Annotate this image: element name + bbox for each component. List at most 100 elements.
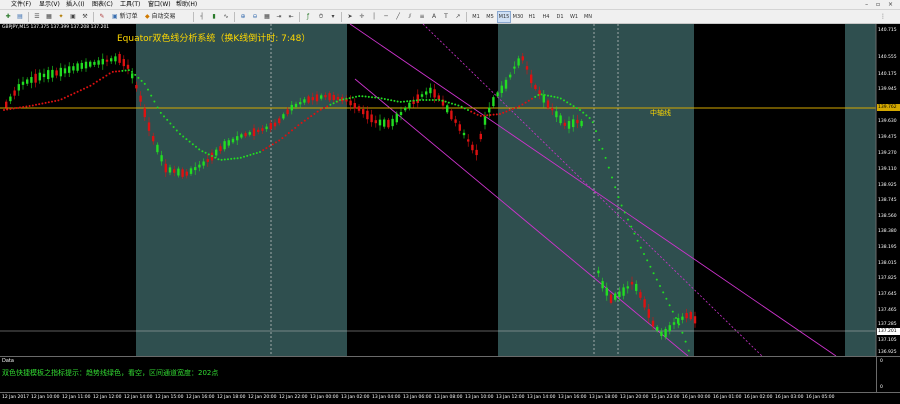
candle-body	[446, 105, 449, 113]
trend-dot	[598, 138, 601, 141]
trend-dot	[25, 105, 28, 108]
auto-trade-button[interactable]: ◆ 自动交易	[143, 12, 178, 22]
trend-dot	[367, 95, 370, 98]
time-tick: 16 Jan 00:00	[682, 395, 711, 400]
new-chart-icon[interactable]: ✚	[3, 12, 13, 22]
candle-body	[416, 94, 419, 103]
arrows-icon[interactable]: ↗	[453, 12, 463, 22]
candlestick-icon[interactable]: ▮	[209, 12, 219, 22]
price-chart[interactable]: GBPJPY,M15 137.375 137.399 137.208 137.2…	[0, 24, 900, 356]
menu-tools[interactable]: 工具(T)	[120, 1, 140, 9]
zoom-out-icon[interactable]: ⊖	[250, 12, 260, 22]
candle-body	[215, 149, 218, 156]
trend-dot	[281, 137, 284, 140]
trend-dot	[451, 102, 453, 105]
trend-dot	[28, 105, 31, 108]
fibonacci-icon[interactable]: ≡	[417, 12, 427, 22]
autoscroll-icon[interactable]: ⇥	[274, 12, 284, 22]
candle-body	[55, 70, 58, 76]
trend-dot	[441, 99, 444, 102]
toolbar-options-icon[interactable]: ⋮	[878, 12, 888, 22]
menu-view[interactable]: 显示(V)	[39, 1, 60, 9]
time-tick: 12 Jan 18:00	[217, 395, 246, 400]
candle-body	[509, 74, 512, 78]
candle-body	[504, 79, 508, 89]
trend-dot	[31, 104, 34, 107]
trend-dot	[63, 96, 66, 99]
candle-body	[689, 312, 692, 320]
timeframe-mn[interactable]: MN	[582, 12, 594, 22]
crosshair-icon[interactable]: ✛	[357, 12, 367, 22]
trend-dot	[591, 121, 594, 124]
menu-file[interactable]: 文件(F)	[11, 1, 31, 9]
trend-dot	[60, 98, 63, 101]
timeframe-h4[interactable]: H4	[540, 12, 552, 22]
timeframe-w1[interactable]: W1	[568, 12, 580, 22]
candle-body	[68, 66, 71, 73]
terminal-icon[interactable]: ▣	[68, 12, 78, 22]
trend-dot	[220, 158, 223, 161]
trend-dot	[524, 101, 527, 104]
time-tick: 12 Jan 2017	[2, 395, 29, 400]
trend-dot	[252, 152, 255, 155]
chart-shift-icon[interactable]: ⇤	[286, 12, 296, 22]
cursor-icon[interactable]: ➤	[345, 12, 355, 22]
session-band	[136, 24, 347, 356]
data-window-icon[interactable]: ▦	[44, 12, 54, 22]
timeframe-m15[interactable]: M15	[497, 11, 511, 23]
timeframe-m1[interactable]: M1	[470, 12, 482, 22]
menu-help[interactable]: 帮助(H)	[176, 1, 197, 9]
candle-body	[206, 159, 209, 162]
candle-body	[315, 94, 319, 102]
periods-icon[interactable]: ⏱	[316, 12, 326, 22]
tile-windows-icon[interactable]: ▦	[262, 12, 272, 22]
candle-body	[240, 134, 243, 138]
candle-body	[5, 101, 8, 108]
metaeditor-icon[interactable]: ✎	[97, 12, 107, 22]
trend-dot	[614, 186, 617, 189]
candle-body	[425, 91, 428, 95]
menu-insert[interactable]: 插入(I)	[66, 1, 84, 9]
timeframe-h1[interactable]: H1	[526, 12, 538, 22]
new-order-button[interactable]: ▣ 新订单	[110, 12, 140, 22]
candle-body	[189, 168, 193, 174]
vertical-line-icon[interactable]: │	[369, 12, 379, 22]
tester-icon[interactable]: ⚒	[80, 12, 90, 22]
indicator-window[interactable]: Data 双色快捷模板之指标提示：趋势线绿色，看空，区间通道宽度：202点 0 …	[0, 356, 900, 393]
trend-dot	[639, 246, 642, 249]
line-chart-icon[interactable]: ∿	[221, 12, 231, 22]
templates-icon[interactable]: ▾	[328, 12, 338, 22]
time-tick: 13 Jan 14:00	[527, 395, 556, 400]
candle-body	[147, 122, 151, 131]
text-tool-icon[interactable]: A	[429, 12, 439, 22]
candle-body	[114, 56, 117, 62]
menu-chart[interactable]: 图表(C)	[92, 1, 113, 9]
new-order-label: 新订单	[119, 13, 138, 20]
timeframe-m30[interactable]: M30	[512, 12, 524, 22]
trend-dot	[310, 115, 313, 118]
navigator-icon[interactable]: ✦	[56, 12, 66, 22]
menu-window[interactable]: 窗口(W)	[148, 1, 171, 9]
market-watch-icon[interactable]: ☰	[32, 12, 42, 22]
channel-icon[interactable]: ⫽	[405, 12, 415, 22]
timeframe-m5[interactable]: M5	[484, 12, 496, 22]
trend-dot	[537, 93, 540, 96]
candle-body	[454, 119, 457, 123]
trendline-icon[interactable]: ╱	[393, 12, 403, 22]
candle-body	[185, 171, 188, 176]
indicators-icon[interactable]: ƒ	[303, 12, 313, 22]
bar-chart-icon[interactable]: ┤	[197, 12, 207, 22]
window-controls[interactable]: – ▫ ×	[865, 1, 896, 8]
trend-dot	[547, 94, 549, 97]
profiles-icon[interactable]: ▤	[15, 12, 25, 22]
zoom-in-icon[interactable]: ⊕	[238, 12, 248, 22]
trend-dot	[412, 99, 415, 102]
trend-dot	[124, 69, 127, 72]
horizontal-line-icon[interactable]: ─	[381, 12, 391, 22]
label-tool-icon[interactable]: T	[441, 12, 451, 22]
trend-dot	[271, 143, 274, 146]
timeframe-d1[interactable]: D1	[554, 12, 566, 22]
trend-dot	[143, 82, 146, 85]
candle-body	[110, 58, 113, 62]
candle-body	[265, 126, 268, 130]
